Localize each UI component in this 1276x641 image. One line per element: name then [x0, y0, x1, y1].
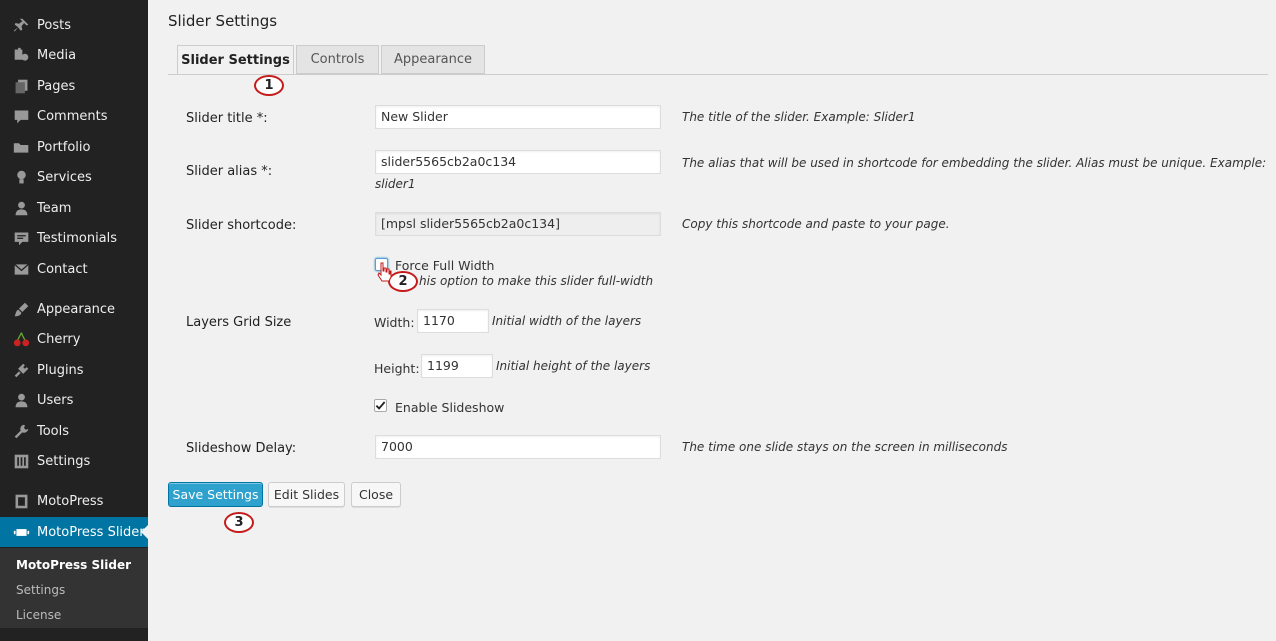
submenu-item-license[interactable]: License: [16, 608, 61, 622]
submenu: MotoPress Slider Settings License: [0, 548, 148, 628]
tab-slider-settings[interactable]: Slider Settings: [177, 45, 294, 75]
settings-icon: [11, 451, 31, 471]
width-label: Width:: [374, 315, 415, 330]
menu-item-plugins[interactable]: Plugins: [0, 355, 148, 385]
wrench-icon: [11, 421, 31, 441]
close-button[interactable]: Close: [351, 482, 401, 507]
menu-item-media[interactable]: Media: [0, 40, 148, 70]
height-input[interactable]: 1199: [421, 354, 493, 378]
slideshow-delay-description: The time one slide stays on the screen i…: [682, 440, 1008, 454]
save-settings-button[interactable]: Save Settings: [168, 482, 263, 507]
slider-shortcode-description: Copy this shortcode and paste to your pa…: [682, 217, 950, 231]
menu-item-team[interactable]: Team: [0, 193, 148, 223]
submenu-item-settings[interactable]: Settings: [16, 583, 65, 597]
slider-title-input[interactable]: New Slider: [375, 105, 661, 129]
slider-icon: [11, 522, 31, 542]
menu-item-comments[interactable]: Comments: [0, 101, 148, 131]
tab-divider: [168, 74, 1268, 75]
menu-item-contact[interactable]: Contact: [0, 254, 148, 284]
menu-label: Portfolio: [37, 139, 91, 155]
enable-slideshow-label: Enable Slideshow: [395, 400, 505, 415]
annotation-marker-1: 1: [254, 75, 284, 96]
menu-label: Services: [37, 169, 92, 185]
force-full-width-description: his option to make this slider full-widt…: [419, 274, 654, 288]
force-full-width-label: Force Full Width: [395, 258, 495, 273]
menu-label: Settings: [37, 453, 91, 469]
admin-sidebar: Posts Media Pages Comments Portfolio Ser…: [0, 0, 148, 641]
users-icon: [11, 390, 31, 410]
testimonial-icon: [11, 228, 31, 248]
motopress-icon: [11, 491, 31, 511]
menu-item-users[interactable]: Users: [0, 385, 148, 415]
enable-slideshow-checkbox[interactable]: [374, 399, 387, 412]
envelope-icon: [11, 259, 31, 279]
plug-icon: [11, 360, 31, 380]
menu-item-testimonials[interactable]: Testimonials: [0, 223, 148, 253]
menu-item-tools[interactable]: Tools: [0, 416, 148, 446]
menu-item-portfolio[interactable]: Portfolio: [0, 132, 148, 162]
menu-label: MotoPress Slider: [37, 524, 145, 540]
submenu-item-motopress-slider[interactable]: MotoPress Slider: [16, 558, 131, 572]
hand-cursor-icon: [376, 262, 392, 282]
comment-icon: [11, 106, 31, 126]
width-description: Initial width of the layers: [492, 314, 642, 328]
menu-label: Pages: [37, 78, 76, 94]
lightbulb-icon: [11, 167, 31, 187]
menu-item-cherry[interactable]: Cherry: [0, 324, 148, 354]
menu-label: Cherry: [37, 331, 81, 347]
menu-label: Comments: [37, 108, 108, 124]
menu-label: Posts: [37, 17, 71, 33]
layers-grid-size-label: Layers Grid Size: [186, 315, 292, 330]
menu-item-motopress[interactable]: MotoPress: [0, 486, 148, 516]
slider-shortcode-field[interactable]: [mpsl slider5565cb2a0c134]: [375, 212, 661, 236]
menu-label: Team: [37, 200, 72, 216]
slideshow-delay-label: Slideshow Delay:: [186, 441, 297, 456]
paintbrush-icon: [11, 299, 31, 319]
tab-appearance[interactable]: Appearance: [381, 45, 485, 74]
slider-title-label: Slider title *:: [186, 111, 268, 126]
menu-label: Media: [37, 47, 77, 63]
page-title: Slider Settings: [168, 12, 278, 30]
person-icon: [11, 198, 31, 218]
menu-label: Testimonials: [37, 230, 118, 246]
annotation-marker-3: 3: [224, 512, 254, 533]
edit-slides-button[interactable]: Edit Slides: [268, 482, 345, 507]
menu-item-settings[interactable]: Settings: [0, 446, 148, 476]
media-icon: [11, 45, 31, 65]
checkmark-icon: [375, 401, 386, 410]
menu-item-pages[interactable]: Pages: [0, 71, 148, 101]
menu-item-appearance[interactable]: Appearance: [0, 294, 148, 324]
pin-icon: [11, 15, 31, 35]
pages-icon: [11, 76, 31, 96]
menu-label: Appearance: [37, 301, 116, 317]
tab-controls[interactable]: Controls: [296, 45, 379, 74]
folder-icon: [11, 137, 31, 157]
width-input[interactable]: 1170: [417, 309, 489, 333]
slider-alias-label: Slider alias *:: [186, 164, 273, 179]
height-description: Initial height of the layers: [496, 359, 651, 373]
slider-alias-description: The alias that will be used in shortcode…: [682, 156, 1267, 170]
cherry-icon: [11, 329, 31, 349]
menu-item-posts[interactable]: Posts: [0, 10, 148, 40]
menu-label: MotoPress: [37, 493, 104, 509]
slider-alias-input[interactable]: slider5565cb2a0c134: [375, 150, 661, 174]
height-label: Height:: [374, 361, 420, 376]
menu-label: Contact: [37, 261, 88, 277]
slider-title-description: The title of the slider. Example: Slider…: [682, 110, 916, 124]
menu-label: Tools: [37, 423, 70, 439]
annotation-marker-2: 2: [388, 271, 418, 292]
slider-alias-description-cont: slider1: [375, 177, 416, 191]
menu-label: Users: [37, 392, 74, 408]
menu-item-motopress-slider[interactable]: MotoPress Slider: [0, 517, 148, 547]
slideshow-delay-input[interactable]: 7000: [375, 435, 661, 459]
slider-shortcode-label: Slider shortcode:: [186, 218, 297, 233]
menu-item-services[interactable]: Services: [0, 162, 148, 192]
menu-label: Plugins: [37, 362, 84, 378]
